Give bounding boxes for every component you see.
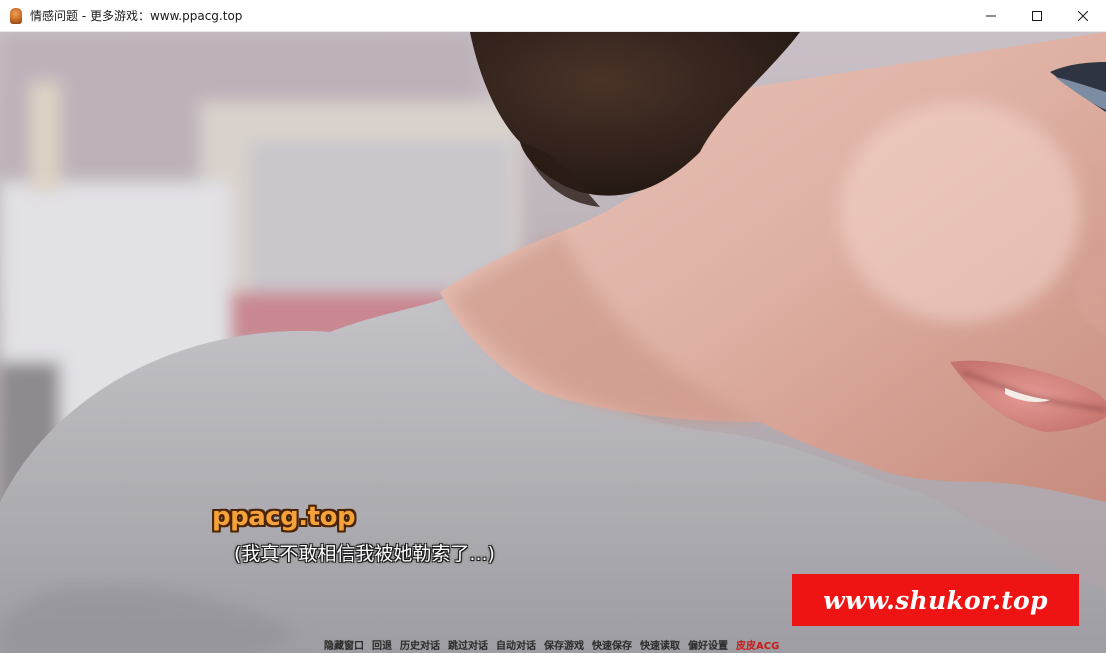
scene-background — [0, 32, 1106, 653]
minimize-button[interactable] — [968, 0, 1014, 31]
quick-menu-skip[interactable]: 跳过对话 — [448, 640, 488, 653]
close-button[interactable] — [1060, 0, 1106, 31]
quick-menu-save[interactable]: 保存游戏 — [544, 640, 584, 653]
quick-menu-preferences[interactable]: 偏好设置 — [688, 640, 728, 653]
dialogue-text: (我真不敢相信我被她勒索了...) — [234, 543, 495, 565]
watermark-site-label: ppacg.top — [212, 502, 356, 532]
quick-menu: 隐藏窗口 回退 历史对话 跳过对话 自动对话 保存游戏 快速保存 快速读取 偏好… — [324, 640, 779, 653]
title-bar[interactable]: 情感问题 - 更多游戏：www.ppacg.top — [0, 0, 1106, 32]
overlay-banner: www.shukor.top — [792, 574, 1079, 626]
quick-menu-back[interactable]: 回退 — [372, 640, 392, 653]
close-icon — [1078, 10, 1088, 21]
game-window: 情感问题 - 更多游戏：www.ppacg.top ppacg.top (我真不… — [0, 0, 1106, 653]
overlay-banner-text: www.shukor.top — [823, 585, 1048, 615]
window-title: 情感问题 - 更多游戏：www.ppacg.top — [30, 9, 243, 23]
window-controls — [968, 0, 1106, 31]
quick-menu-history[interactable]: 历史对话 — [400, 640, 440, 653]
quick-menu-auto[interactable]: 自动对话 — [496, 640, 536, 653]
minimize-icon — [986, 15, 996, 16]
quick-menu-hide[interactable]: 隐藏窗口 — [324, 640, 364, 653]
maximize-button[interactable] — [1014, 0, 1060, 31]
quick-menu-quick-save[interactable]: 快速保存 — [592, 640, 632, 653]
game-viewport[interactable]: ppacg.top (我真不敢相信我被她勒索了...) www.shukor.t… — [0, 32, 1106, 653]
maximize-icon — [1032, 10, 1042, 21]
quick-menu-quick-load[interactable]: 快速读取 — [640, 640, 680, 653]
app-icon — [10, 7, 22, 24]
quick-menu-site-link[interactable]: 皮皮ACG — [736, 640, 779, 653]
